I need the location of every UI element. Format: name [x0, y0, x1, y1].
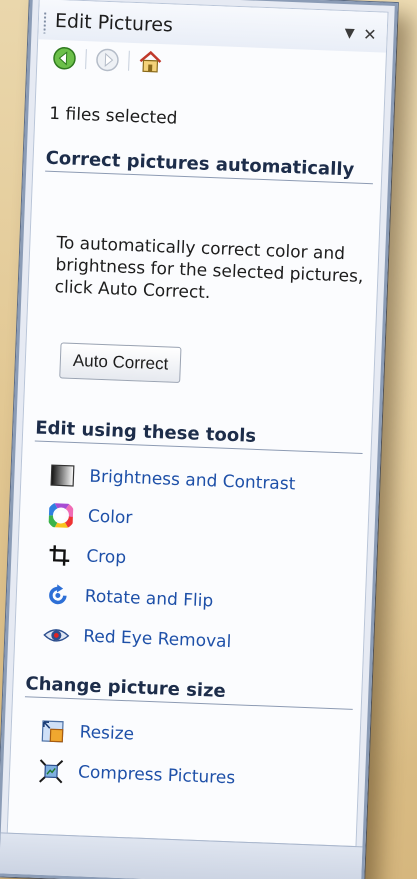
rotate-flip-icon — [44, 582, 71, 609]
tool-label: Brightness and Contrast — [89, 466, 296, 495]
task-pane-body: Edit Pictures ▼ ✕ 1 files selected Corre… — [6, 0, 389, 848]
desktop-background: Edit Pictures ▼ ✕ 1 files selected Corre… — [0, 0, 417, 879]
close-x-icon[interactable]: ✕ — [363, 25, 377, 45]
triangle-down-icon[interactable]: ▼ — [344, 26, 355, 42]
compress-pictures-icon — [38, 758, 65, 785]
brightness-contrast-icon — [49, 462, 76, 489]
tool-red-eye-removal[interactable]: Red Eye Removal — [43, 620, 232, 657]
task-pane-nav-toolbar — [51, 42, 164, 78]
drag-grip-icon[interactable] — [43, 11, 47, 34]
auto-correct-button[interactable]: Auto Correct — [59, 342, 182, 384]
nav-separator — [85, 49, 87, 70]
resize-icon — [39, 718, 66, 745]
nav-separator — [128, 50, 130, 71]
color-wheel-icon — [47, 502, 74, 529]
picture-size-section-heading: Change picture size — [24, 673, 354, 710]
selection-status: 1 files selected — [48, 103, 178, 129]
tool-label: Compress Pictures — [77, 762, 236, 789]
tool-crop[interactable]: Crop — [46, 540, 127, 573]
task-pane-title: Edit Pictures — [54, 9, 174, 37]
tools-section-heading: Edit using these tools — [34, 417, 364, 455]
auto-correct-section-heading: Correct pictures automatically — [45, 147, 374, 185]
home-icon[interactable] — [137, 48, 164, 75]
tool-label: Red Eye Removal — [82, 626, 232, 653]
back-arrow-green-icon[interactable] — [51, 45, 78, 72]
tool-label: Resize — [79, 722, 135, 745]
red-eye-icon — [43, 622, 70, 649]
tool-label: Rotate and Flip — [84, 586, 214, 612]
tool-resize[interactable]: Resize — [39, 716, 135, 750]
tool-compress-pictures[interactable]: Compress Pictures — [38, 756, 236, 794]
tool-label: Color — [87, 506, 133, 529]
tool-label: Crop — [86, 546, 127, 569]
auto-correct-description: To automatically correct color and brigh… — [54, 233, 364, 304]
edit-pictures-task-pane: Edit Pictures ▼ ✕ 1 files selected Corre… — [0, 0, 398, 879]
forward-arrow-disabled-icon[interactable] — [94, 46, 121, 73]
tool-color[interactable]: Color — [47, 500, 133, 533]
tool-rotate-flip[interactable]: Rotate and Flip — [44, 580, 214, 616]
crop-icon — [46, 542, 73, 569]
tool-brightness-contrast[interactable]: Brightness and Contrast — [49, 460, 296, 499]
